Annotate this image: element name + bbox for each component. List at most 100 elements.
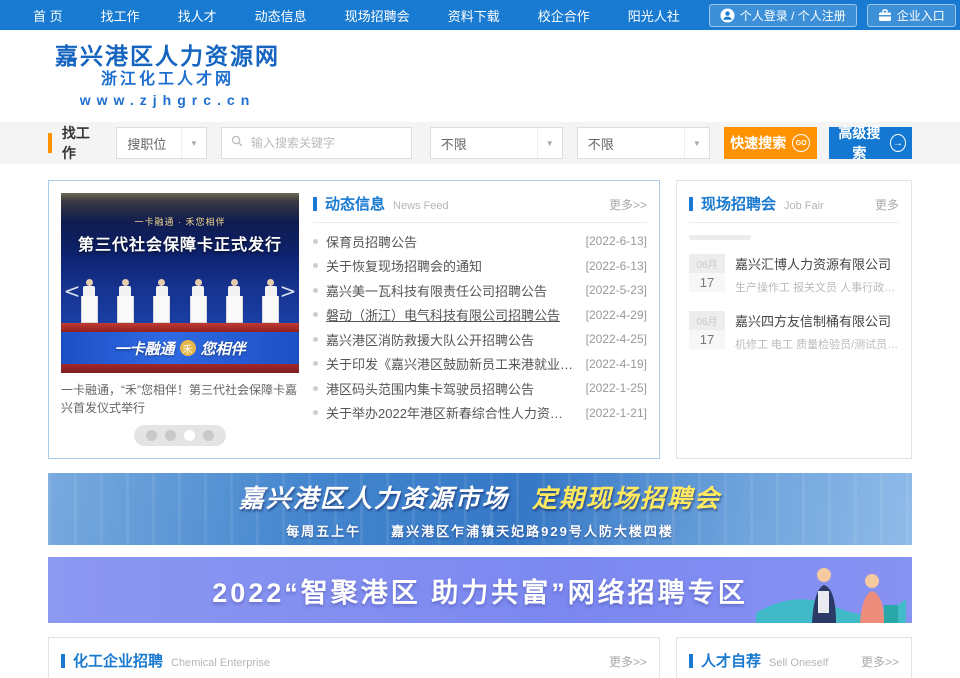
chemical-enterprise-panel: 化工企业招聘 Chemical Enterprise 更多>> 嘉兴石化有限公司… bbox=[48, 637, 660, 678]
banner1-title-accent: 定期现场招聘会 bbox=[532, 485, 721, 513]
bullet-icon bbox=[313, 361, 318, 366]
chemical-title: 化工企业招聘 bbox=[73, 650, 163, 671]
person-icon bbox=[720, 8, 735, 23]
carousel-caption[interactable]: 一卡融通，“禾”您相伴！第三代社会保障卡嘉兴首发仪式举行 bbox=[61, 381, 299, 417]
job-fair-company[interactable]: 嘉兴汇博人力资源有限公司 bbox=[735, 254, 899, 273]
people-illustration bbox=[756, 561, 906, 623]
job-fair-subtitle: Job Fair bbox=[784, 200, 824, 212]
nav-downloads[interactable]: 资料下载 bbox=[448, 6, 500, 25]
arrow-right-icon: → bbox=[890, 134, 906, 152]
news-item[interactable]: 保育员招聘公告[2022-6-13] bbox=[313, 229, 647, 254]
section-accent-bar bbox=[689, 197, 693, 211]
nav-find-talent[interactable]: 找人才 bbox=[178, 6, 217, 25]
chemical-header: 化工企业招聘 Chemical Enterprise 更多>> bbox=[61, 650, 647, 678]
stage-carpet-bottom bbox=[61, 364, 299, 373]
job-fair-banner[interactable]: 嘉兴港区人力资源市场 定期现场招聘会 每周五上午 嘉兴港区乍浦镇天妃路929号人… bbox=[48, 473, 912, 545]
news-item[interactable]: 关于恢复现场招聘会的通知[2022-6-13] bbox=[313, 254, 647, 279]
news-feed-panel: 动态信息 News Feed 更多>> 保育员招聘公告[2022-6-13] 关… bbox=[313, 193, 647, 446]
banner1-subtitle: 每周五上午 嘉兴港区乍浦镇天妃路929号人防大楼四楼 bbox=[286, 521, 674, 540]
news-list: 保育员招聘公告[2022-6-13] 关于恢复现场招聘会的通知[2022-6-1… bbox=[313, 229, 647, 425]
bullet-icon bbox=[313, 288, 318, 293]
section-accent-bar bbox=[689, 654, 693, 668]
carousel-dot-1[interactable] bbox=[146, 430, 157, 441]
quick-search-label: 快速搜索 bbox=[730, 133, 786, 153]
type-filter-select[interactable]: 不限 ▼ bbox=[577, 127, 710, 159]
bullet-icon bbox=[313, 337, 318, 342]
job-fair-more-link[interactable]: 更多 bbox=[875, 196, 899, 213]
job-fair-company[interactable]: 嘉兴四方友信制桶有限公司 bbox=[735, 311, 899, 330]
date-badge: 06月 17 bbox=[689, 254, 725, 295]
news-item[interactable]: 嘉兴美一瓦科技有限责任公司招聘公告[2022-5-23] bbox=[313, 278, 647, 303]
nav-home[interactable]: 首 页 bbox=[33, 6, 63, 25]
personal-login-button[interactable]: 个人登录 / 个人注册 bbox=[709, 4, 857, 27]
carousel-dots bbox=[134, 425, 226, 446]
carousel-dot-3[interactable] bbox=[184, 430, 195, 441]
nav-news[interactable]: 动态信息 bbox=[255, 6, 307, 25]
talent-subtitle: Sell Oneself bbox=[769, 657, 828, 669]
news-item[interactable]: 嘉兴港区消防救援大队公开招聘公告[2022-4-25] bbox=[313, 327, 647, 352]
talent-more-link[interactable]: 更多>> bbox=[861, 653, 899, 670]
carousel-dot-4[interactable] bbox=[203, 430, 214, 441]
carousel-photo[interactable]: 一卡融通 · 禾您相伴 第三代社会保障卡正式发行 bbox=[61, 193, 299, 373]
news-item[interactable]: 港区码头范围内集卡驾驶员招聘公告[2022-1-25] bbox=[313, 376, 647, 401]
briefcase-icon bbox=[878, 9, 892, 22]
nav-find-job[interactable]: 找工作 bbox=[101, 6, 140, 25]
nav-school-cooperation[interactable]: 校企合作 bbox=[538, 6, 590, 25]
orange-accent-bar bbox=[48, 133, 52, 153]
advanced-search-label: 高级搜索 bbox=[835, 123, 884, 163]
section-accent-bar bbox=[61, 654, 65, 668]
stage-backdrop: 一卡融通 · 禾您相伴 第三代社会保障卡正式发行 bbox=[61, 193, 299, 323]
ribbon-text-right: 您相伴 bbox=[201, 338, 246, 359]
section-accent-bar bbox=[313, 197, 317, 211]
nav-sunshine-hr[interactable]: 阳光人社 bbox=[628, 6, 680, 25]
news-feed-subtitle: News Feed bbox=[393, 200, 449, 212]
carousel-next-arrow[interactable]: > bbox=[279, 277, 297, 305]
go-icon: GO bbox=[792, 134, 810, 152]
keyword-input-wrap bbox=[221, 127, 412, 159]
search-input[interactable] bbox=[249, 129, 411, 157]
carousel-prev-arrow[interactable]: < bbox=[63, 277, 81, 305]
search-bar: 找工作 搜职位 ▼ 不限 ▼ 不限 ▼ 快速搜索 GO bbox=[0, 122, 960, 164]
chevron-down-icon: ▼ bbox=[537, 128, 562, 158]
slide-tagline: 一卡融通 · 禾您相伴 bbox=[135, 215, 226, 228]
nav-job-fair[interactable]: 现场招聘会 bbox=[345, 6, 410, 25]
bullet-icon bbox=[313, 239, 318, 244]
news-more-link[interactable]: 更多>> bbox=[609, 196, 647, 213]
chemical-subtitle: Chemical Enterprise bbox=[171, 657, 270, 669]
talent-panel: 人才自荐 Sell Oneself 更多>> P243243 男 | 嘉兴市->… bbox=[676, 637, 912, 678]
chevron-down-icon: ▼ bbox=[684, 128, 709, 158]
advanced-search-button[interactable]: 高级搜索 → bbox=[829, 127, 912, 159]
chemical-more-link[interactable]: 更多>> bbox=[609, 653, 647, 670]
news-item[interactable]: 磐动（浙江）电气科技有限公司招聘公告[2022-4-29] bbox=[313, 303, 647, 328]
carousel-dot-2[interactable] bbox=[165, 430, 176, 441]
job-fair-panel: 现场招聘会 Job Fair 更多 06月 17 嘉兴汇博人力资源有限公司 生产… bbox=[676, 180, 912, 459]
enterprise-entry-button[interactable]: 企业入口 bbox=[867, 4, 956, 27]
talent-header: 人才自荐 Sell Oneself 更多>> bbox=[689, 650, 899, 678]
type-filter-value: 不限 bbox=[578, 134, 684, 153]
carousel: 一卡融通 · 禾您相伴 第三代社会保障卡正式发行 bbox=[61, 193, 299, 446]
bullet-icon bbox=[313, 410, 318, 415]
chevron-down-icon: ▼ bbox=[181, 128, 206, 158]
stage-carpet bbox=[61, 323, 299, 332]
bullet-icon bbox=[313, 386, 318, 391]
search-section-label: 找工作 bbox=[62, 123, 102, 163]
job-fair-title: 现场招聘会 bbox=[701, 193, 776, 214]
ribbon-text-left: 一卡融通 bbox=[114, 338, 174, 359]
job-fair-item[interactable]: 06月 17 嘉兴汇博人力资源有限公司 生产操作工 报关文员 人事行政助理... bbox=[689, 254, 899, 295]
divider bbox=[689, 235, 751, 240]
site-logo: 嘉兴港区人力资源网 浙江化工人才网 www.zjhgrc.cn bbox=[55, 43, 280, 108]
quick-search-button[interactable]: 快速搜索 GO bbox=[724, 127, 817, 159]
job-fair-header: 现场招聘会 Job Fair 更多 bbox=[689, 193, 899, 223]
job-fair-positions: 机修工 电工 质量检验员/测试员 叉车... bbox=[735, 336, 899, 352]
bullet-icon bbox=[313, 312, 318, 317]
region-filter-select[interactable]: 不限 ▼ bbox=[430, 127, 563, 159]
news-item[interactable]: 关于印发《嘉兴港区鼓励新员工来港就业补助操作...[2022-4-19] bbox=[313, 352, 647, 377]
job-fair-item[interactable]: 06月 17 嘉兴四方友信制桶有限公司 机修工 电工 质量检验员/测试员 叉车.… bbox=[689, 311, 899, 352]
talent-title: 人才自荐 bbox=[701, 650, 761, 671]
enterprise-entry-label: 企业入口 bbox=[897, 7, 945, 24]
news-item[interactable]: 关于举办2022年港区新春综合性人力资源暨春风...[2022-1-21] bbox=[313, 401, 647, 426]
site-subtitle: 浙江化工人才网 bbox=[55, 70, 280, 91]
search-category-select[interactable]: 搜职位 ▼ bbox=[116, 127, 207, 159]
search-icon bbox=[222, 134, 249, 152]
online-recruitment-banner[interactable]: 2022“智聚港区 助力共富”网络招聘专区 bbox=[48, 557, 912, 623]
